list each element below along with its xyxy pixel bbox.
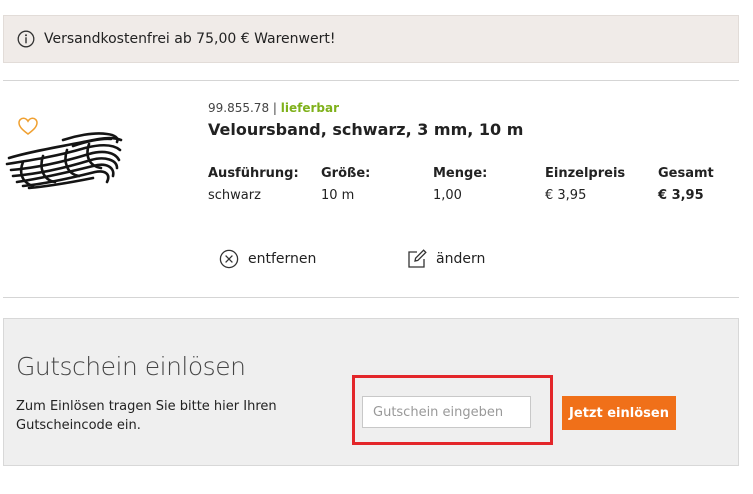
shipping-banner-text: Versandkostenfrei ab 75,00 € Warenwert! (44, 31, 336, 47)
product-title[interactable]: Veloursband, schwarz, 3 mm, 10 m (208, 120, 523, 139)
info-icon (17, 30, 35, 48)
attribute-size: Größe: 10 m (321, 166, 370, 203)
attribute-size-label: Größe: (321, 166, 371, 181)
attribute-quantity-label: Menge: (433, 166, 488, 181)
redeem-coupon-button[interactable]: Jetzt einlösen (562, 396, 676, 430)
attribute-total-label: Gesamt (658, 166, 714, 181)
coupon-title: Gutschein einlösen (16, 352, 246, 381)
attribute-unit-price: Einzelpreis € 3,95 (545, 166, 625, 203)
attribute-quantity: Menge: 1,00 (433, 166, 487, 203)
remove-circle-x-icon (219, 249, 239, 269)
availability-status: lieferbar (280, 101, 340, 115)
divider-top (3, 80, 739, 81)
product-image[interactable] (3, 122, 128, 202)
edit-pencil-icon (408, 249, 427, 268)
coupon-description: Zum Einlösen tragen Sie bitte hier Ihren… (16, 399, 277, 433)
attribute-total: Gesamt € 3,95 (658, 166, 714, 203)
attribute-variant-label: Ausführung: (208, 166, 299, 181)
divider-bottom (3, 297, 739, 298)
product-sku-line: 99.855.78 | lieferbar (208, 101, 339, 115)
coupon-code-input[interactable] (362, 396, 531, 428)
attribute-variant-value: schwarz (208, 188, 261, 203)
attribute-variant: Ausführung: schwarz (208, 166, 299, 203)
attribute-unit-price-label: Einzelpreis (545, 166, 626, 181)
remove-item-label: entfernen (248, 251, 317, 267)
remove-item-button[interactable]: entfernen (219, 249, 316, 269)
edit-item-button[interactable]: ändern (407, 249, 485, 269)
attribute-unit-price-value: € 3,95 (545, 188, 587, 203)
product-sku: 99.855.78 (208, 101, 270, 115)
edit-item-label: ändern (436, 251, 486, 267)
attribute-size-value: 10 m (321, 188, 355, 203)
sku-separator: | (272, 101, 277, 115)
shipping-banner: Versandkostenfrei ab 75,00 € Warenwert! (3, 15, 739, 63)
attribute-total-value: € 3,95 (658, 188, 704, 203)
attribute-quantity-value: 1,00 (433, 188, 462, 203)
coupon-section: Gutschein einlösen Zum Einlösen tragen S… (3, 318, 739, 466)
